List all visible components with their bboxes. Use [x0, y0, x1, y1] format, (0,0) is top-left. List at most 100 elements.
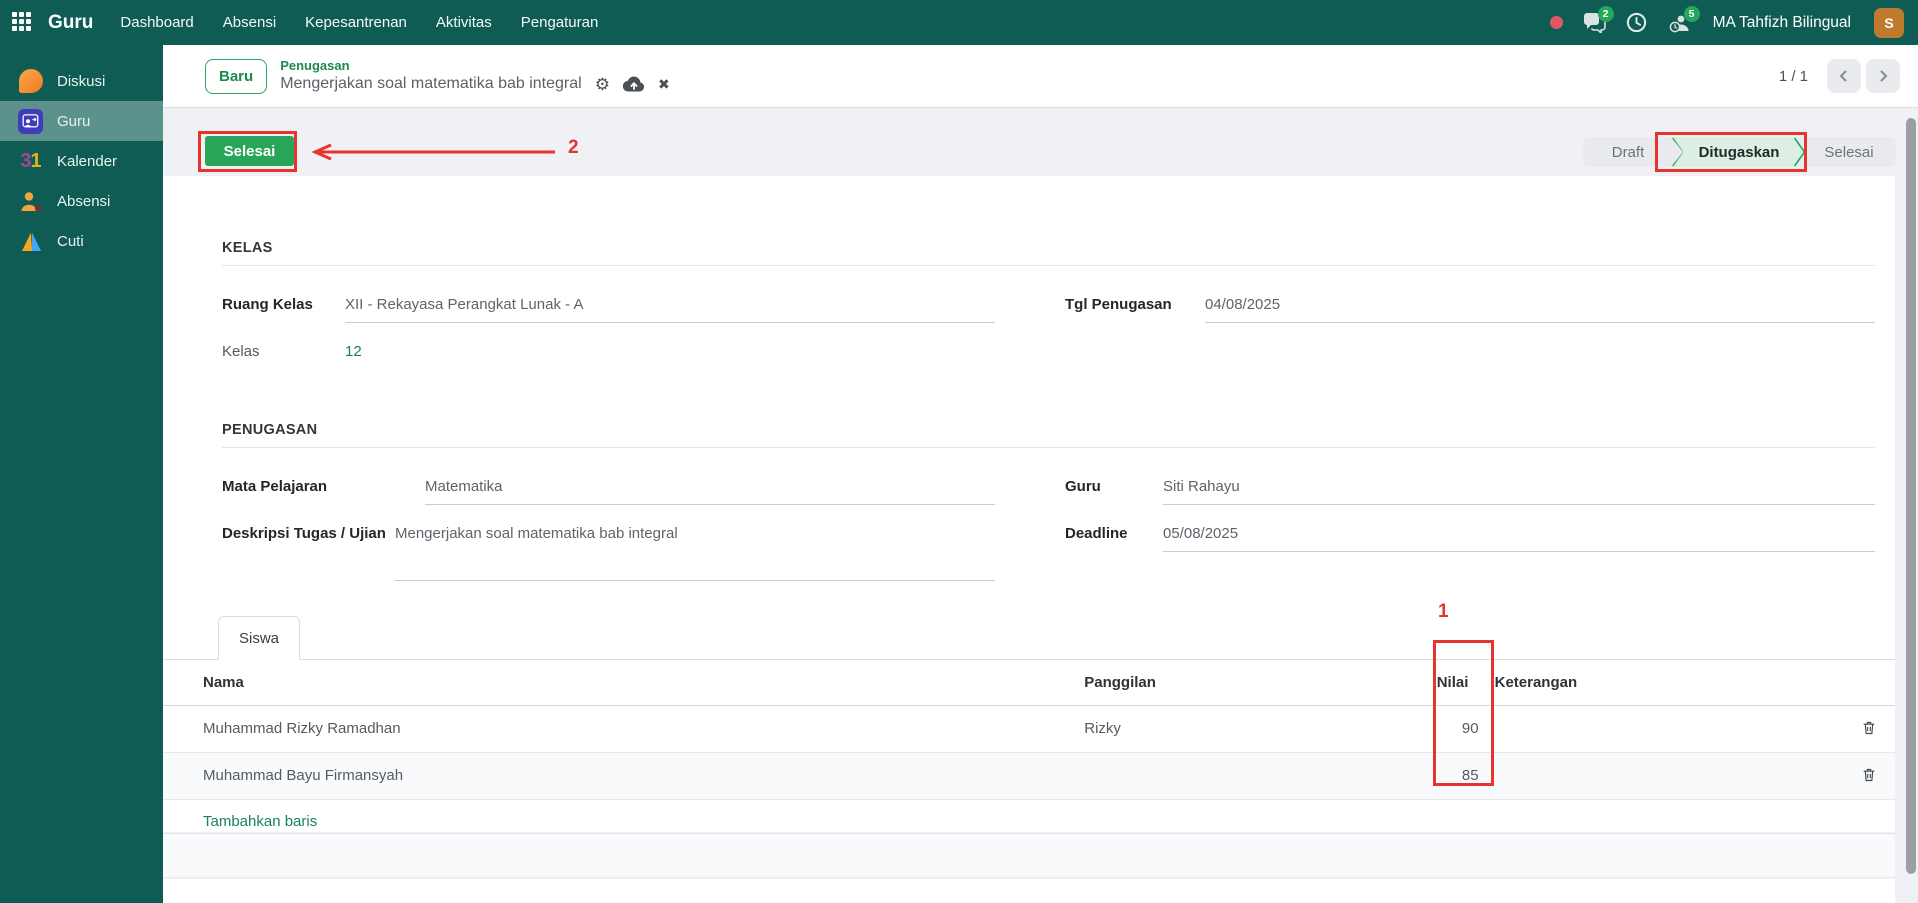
activity-icon[interactable]: 5	[1668, 5, 1700, 35]
cell-nama[interactable]: Muhammad Rizky Ramadhan	[163, 705, 1077, 753]
guru-input[interactable]: Siti Rahayu	[1163, 470, 1875, 505]
sidebar-item-diskusi[interactable]: Diskusi	[0, 61, 163, 101]
sidebar-item-guru[interactable]: Guru	[0, 101, 163, 141]
menu-dashboard[interactable]: Dashboard	[120, 14, 193, 31]
field-label: Tgl Penugasan	[1065, 296, 1172, 313]
cell-nilai[interactable]: 90	[1428, 705, 1487, 753]
apps-grid-icon[interactable]	[12, 12, 33, 33]
status-active-label: Ditugaskan	[1698, 143, 1780, 161]
cell-keterangan[interactable]	[1486, 752, 1843, 800]
sidebar-item-absensi[interactable]: Absensi	[0, 181, 163, 221]
field-ruang-kelas: Ruang Kelas XII - Rekayasa Perangkat Lun…	[222, 288, 995, 332]
sidebar-item-label: Absensi	[57, 192, 111, 210]
breadcrumb-parent-link[interactable]: Penugasan	[280, 58, 669, 74]
current-app-name[interactable]: Guru	[48, 12, 93, 34]
record-pager: 1 / 1	[1779, 59, 1900, 93]
column-header-panggilan[interactable]: Panggilan	[1076, 660, 1429, 706]
status-chevron-icon	[1793, 137, 1807, 167]
column-header-actions	[1842, 660, 1895, 706]
mark-done-button[interactable]: Selesai	[205, 136, 294, 166]
pager-previous-button[interactable]	[1827, 59, 1861, 93]
field-deadline: Deadline 05/08/2025	[1065, 517, 1875, 561]
field-label: Ruang Kelas	[222, 296, 313, 313]
chevron-right-icon	[1876, 69, 1890, 83]
sidebar-item-label: Guru	[57, 112, 91, 130]
column-header-nama[interactable]: Nama	[163, 660, 1077, 706]
tgl-penugasan-input[interactable]: 04/08/2025	[1205, 288, 1875, 323]
cell-nama[interactable]: Muhammad Bayu Firmansyah	[163, 752, 1077, 800]
status-chevron-icon	[1671, 137, 1685, 167]
column-header-keterangan[interactable]: Keterangan	[1486, 660, 1843, 706]
kalender-app-icon: 31	[20, 149, 41, 172]
field-kelas: Kelas 12	[222, 335, 995, 379]
absensi-app-icon	[17, 188, 44, 215]
tab-siswa[interactable]: Siswa	[218, 616, 301, 660]
gear-icon[interactable]: ⚙	[595, 76, 610, 93]
diskusi-app-icon	[17, 68, 44, 95]
tab-strip: Siswa	[163, 610, 1895, 660]
kelas-value-link[interactable]: 12	[345, 335, 362, 369]
breadcrumb-bar: Baru Penugasan Mengerjakan soal matemati…	[163, 45, 1918, 108]
status-ditugaskan-active[interactable]: Ditugaskan	[1671, 137, 1807, 167]
cell-nilai[interactable]: 85	[1428, 752, 1487, 800]
menu-pengaturan[interactable]: Pengaturan	[521, 14, 599, 31]
trash-icon	[1861, 721, 1877, 739]
menu-absensi[interactable]: Absensi	[223, 14, 276, 31]
section-divider	[222, 265, 1875, 266]
deadline-input[interactable]: 05/08/2025	[1163, 517, 1875, 552]
section-heading-kelas: KELAS	[222, 240, 273, 256]
field-mata-pelajaran: Mata Pelajaran Matematika	[222, 470, 995, 514]
messages-icon[interactable]: 2	[1582, 5, 1614, 35]
statusbar: Draft Ditugaskan Selesai	[1583, 132, 1896, 172]
field-deskripsi: Deskripsi Tugas / Ujian Mengerjakan soal…	[222, 517, 995, 581]
odoo-guru-app-window: Guru Dashboard Absensi Kepesantrenan Akt…	[0, 0, 1918, 903]
field-label: Guru	[1065, 478, 1101, 495]
sidebar-item-label: Kalender	[57, 152, 118, 170]
table-header-row: Nama Panggilan Nilai Keterangan	[163, 660, 1895, 706]
chatter-strip	[163, 833, 1895, 878]
column-header-nilai[interactable]: Nilai	[1428, 660, 1487, 706]
menu-aktivitas[interactable]: Aktivitas	[436, 14, 492, 31]
company-name[interactable]: MA Tahfizh Bilingual	[1713, 14, 1851, 32]
cloud-save-icon[interactable]	[622, 76, 645, 92]
deskripsi-textarea[interactable]: Mengerjakan soal matematika bab integral	[395, 517, 995, 581]
form-sheet: KELAS Ruang Kelas XII - Rekayasa Perangk…	[163, 176, 1895, 832]
top-menu-list: Dashboard Absensi Kepesantrenan Aktivita…	[120, 14, 598, 31]
activity-badge: 5	[1683, 5, 1700, 22]
ruang-kelas-input[interactable]: XII - Rekayasa Perangkat Lunak - A	[345, 288, 995, 323]
cell-keterangan[interactable]	[1486, 705, 1843, 753]
status-draft[interactable]: Draft	[1585, 137, 1671, 167]
field-label: Kelas	[222, 343, 260, 360]
vertical-scrollbar[interactable]	[1906, 118, 1916, 874]
notebook: Siswa Nama Panggilan Nilai Keterangan Mu…	[163, 610, 1895, 844]
section-heading-penugasan: PENUGASAN	[222, 422, 318, 438]
top-navbar: Guru Dashboard Absensi Kepesantrenan Akt…	[0, 0, 1918, 45]
recording-dot-indicator	[1549, 16, 1563, 29]
messages-badge: 2	[1597, 5, 1614, 22]
sidebar-item-cuti[interactable]: Cuti	[0, 221, 163, 261]
app-sidebar: Diskusi Guru 31 Kalender Absensi Cuti	[0, 45, 163, 903]
delete-row-button[interactable]	[1859, 764, 1879, 788]
new-record-button[interactable]: Baru	[205, 58, 268, 94]
section-divider	[222, 447, 1875, 448]
user-avatar[interactable]: S	[1874, 7, 1904, 38]
sidebar-item-kalender[interactable]: 31 Kalender	[0, 141, 163, 181]
menu-kepesantrenan[interactable]: Kepesantrenan	[305, 14, 407, 31]
guru-app-icon	[17, 108, 44, 135]
delete-row-button[interactable]	[1859, 717, 1879, 741]
clock-icon[interactable]	[1625, 11, 1649, 35]
field-label: Deskripsi Tugas / Ujian	[222, 525, 386, 542]
record-title: Mengerjakan soal matematika bab integral	[280, 75, 582, 93]
form-action-band: Selesai Draft Ditugaskan Selesai	[163, 108, 1918, 176]
field-label: Mata Pelajaran	[222, 478, 328, 495]
cell-panggilan[interactable]	[1076, 752, 1429, 800]
table-row[interactable]: Muhammad Bayu Firmansyah 85	[163, 752, 1895, 800]
status-selesai[interactable]: Selesai	[1807, 137, 1891, 167]
cell-panggilan[interactable]: Rizky	[1076, 705, 1429, 753]
discard-close-icon[interactable]: ✖	[658, 77, 670, 91]
pager-next-button[interactable]	[1866, 59, 1900, 93]
sidebar-item-label: Diskusi	[57, 72, 106, 90]
field-guru: Guru Siti Rahayu	[1065, 470, 1875, 514]
table-row[interactable]: Muhammad Rizky Ramadhan Rizky 90	[163, 705, 1895, 753]
mata-pelajaran-input[interactable]: Matematika	[425, 470, 995, 505]
